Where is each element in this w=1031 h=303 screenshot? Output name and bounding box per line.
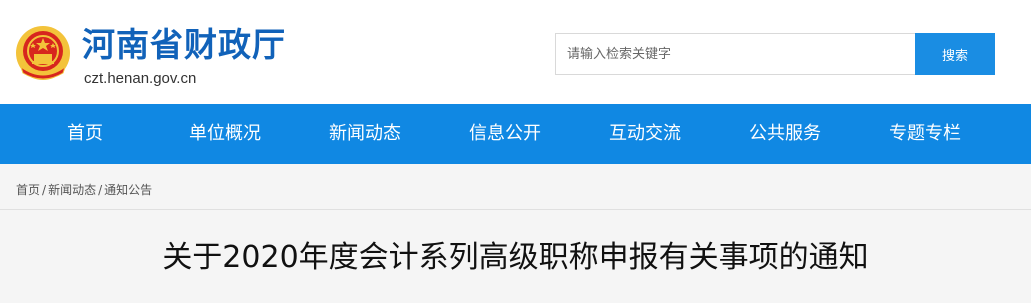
search-box	[555, 33, 916, 75]
breadcrumb-separator: /	[42, 183, 47, 197]
main-nav: 首页 单位概况 新闻动态 信息公开 互动交流 公共服务 专题专栏	[0, 104, 1031, 164]
nav-item-home[interactable]: 首页	[25, 104, 145, 164]
search-button[interactable]: 搜索	[915, 33, 995, 75]
site-domain: czt.henan.gov.cn	[84, 70, 197, 87]
breadcrumb: 首页 / 新闻动态 / 通知公告	[16, 182, 152, 198]
nav-item-special-topics[interactable]: 专题专栏	[865, 104, 985, 164]
nav-item-public-service[interactable]: 公共服务	[725, 104, 845, 164]
site-title[interactable]: 河南省财政厅	[82, 26, 286, 64]
breadcrumb-separator: /	[98, 183, 103, 197]
divider	[0, 209, 1031, 210]
breadcrumb-item-home[interactable]: 首页	[16, 183, 40, 197]
breadcrumb-item-notices[interactable]: 通知公告	[104, 183, 152, 197]
site-header: 河南省财政厅 czt.henan.gov.cn 搜索	[0, 0, 1031, 104]
article-title: 关于2020年度会计系列高级职称申报有关事项的通知	[162, 240, 869, 275]
nav-item-info-disclosure[interactable]: 信息公开	[445, 104, 565, 164]
search-input[interactable]	[556, 34, 916, 74]
nav-item-interaction[interactable]: 互动交流	[585, 104, 705, 164]
nav-item-unit-overview[interactable]: 单位概况	[165, 104, 285, 164]
nav-item-news[interactable]: 新闻动态	[305, 104, 425, 164]
breadcrumb-item-news[interactable]: 新闻动态	[48, 183, 96, 197]
national-emblem-icon[interactable]	[15, 25, 71, 81]
